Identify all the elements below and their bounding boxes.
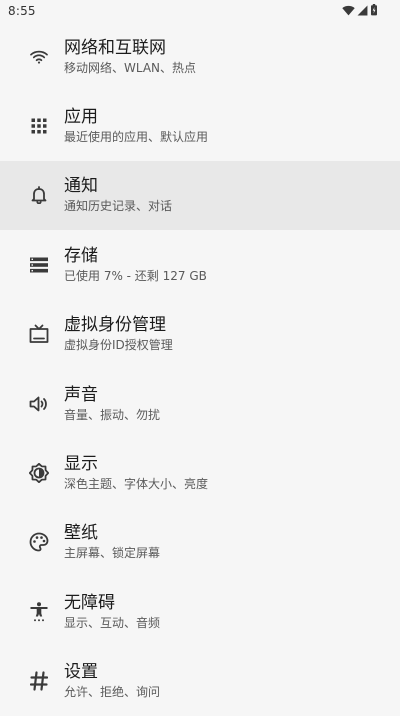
settings-item-title: 应用 <box>64 107 98 128</box>
settings-item-wallpaper[interactable]: 壁纸 主屏幕、锁定屏幕 <box>0 508 400 577</box>
status-bar: 8:55 <box>0 0 400 22</box>
settings-item-apps[interactable]: 应用 最近使用的应用、默认应用 <box>0 91 400 160</box>
settings-item-subtitle: 允许、拒绝、询问 <box>64 685 161 700</box>
settings-item-subtitle: 主屏幕、锁定屏幕 <box>64 546 161 561</box>
settings-item-subtitle: 显示、互动、音频 <box>64 615 161 630</box>
settings-item-title: 网络和互联网 <box>64 37 166 58</box>
apps-grid-icon <box>27 114 51 138</box>
settings-item-subtitle: 深色主题、字体大小、亮度 <box>64 477 209 492</box>
status-time: 8:55 <box>8 4 36 18</box>
settings-item-sound[interactable]: 声音 音量、振动、勿扰 <box>0 369 400 438</box>
settings-item-title: 声音 <box>64 384 98 405</box>
settings-item-subtitle: 音量、振动、勿扰 <box>64 407 161 422</box>
settings-item-subtitle: 已使用 7% - 还剩 127 GB <box>64 268 207 283</box>
volume-icon <box>27 392 51 416</box>
settings-item-accessibility[interactable]: 无障碍 显示、互动、音频 <box>0 577 400 646</box>
bell-icon <box>27 183 51 207</box>
settings-item-subtitle: 移动网络、WLAN、热点 <box>64 60 197 75</box>
wifi-icon <box>27 45 51 69</box>
battery-icon <box>370 4 378 16</box>
settings-item-title: 存储 <box>64 245 98 266</box>
settings-item-display[interactable]: 显示 深色主题、字体大小、亮度 <box>0 438 400 507</box>
settings-item-settings[interactable]: 设置 允许、拒绝、询问 <box>0 647 400 716</box>
hash-icon <box>27 669 51 693</box>
settings-item-title: 显示 <box>64 454 98 475</box>
storage-icon <box>27 253 51 277</box>
wifi-icon <box>342 5 355 16</box>
tv-icon <box>27 322 51 346</box>
cell-signal-icon <box>357 5 368 16</box>
settings-item-title: 壁纸 <box>64 523 98 544</box>
settings-list: 网络和互联网 移动网络、WLAN、热点 应用 最近使用的应用、默认应用 通知 通… <box>0 22 400 716</box>
settings-item-title: 设置 <box>64 662 98 683</box>
settings-item-notifications[interactable]: 通知 通知历史记录、对话 <box>0 160 400 231</box>
settings-item-subtitle: 最近使用的应用、默认应用 <box>64 130 209 145</box>
settings-item-storage[interactable]: 存储 已使用 7% - 还剩 127 GB <box>0 230 400 299</box>
settings-item-virtual-identity[interactable]: 虚拟身份管理 虚拟身份ID授权管理 <box>0 300 400 369</box>
settings-item-title: 虚拟身份管理 <box>64 315 166 336</box>
accessibility-icon <box>27 600 51 624</box>
settings-item-subtitle: 虚拟身份ID授权管理 <box>64 338 173 353</box>
settings-item-title: 无障碍 <box>64 592 115 613</box>
settings-item-network[interactable]: 网络和互联网 移动网络、WLAN、热点 <box>0 22 400 91</box>
status-icons <box>342 4 378 16</box>
settings-item-title: 通知 <box>64 176 98 197</box>
palette-icon <box>27 530 51 554</box>
brightness-icon <box>27 461 51 485</box>
settings-item-subtitle: 通知历史记录、对话 <box>64 199 173 214</box>
